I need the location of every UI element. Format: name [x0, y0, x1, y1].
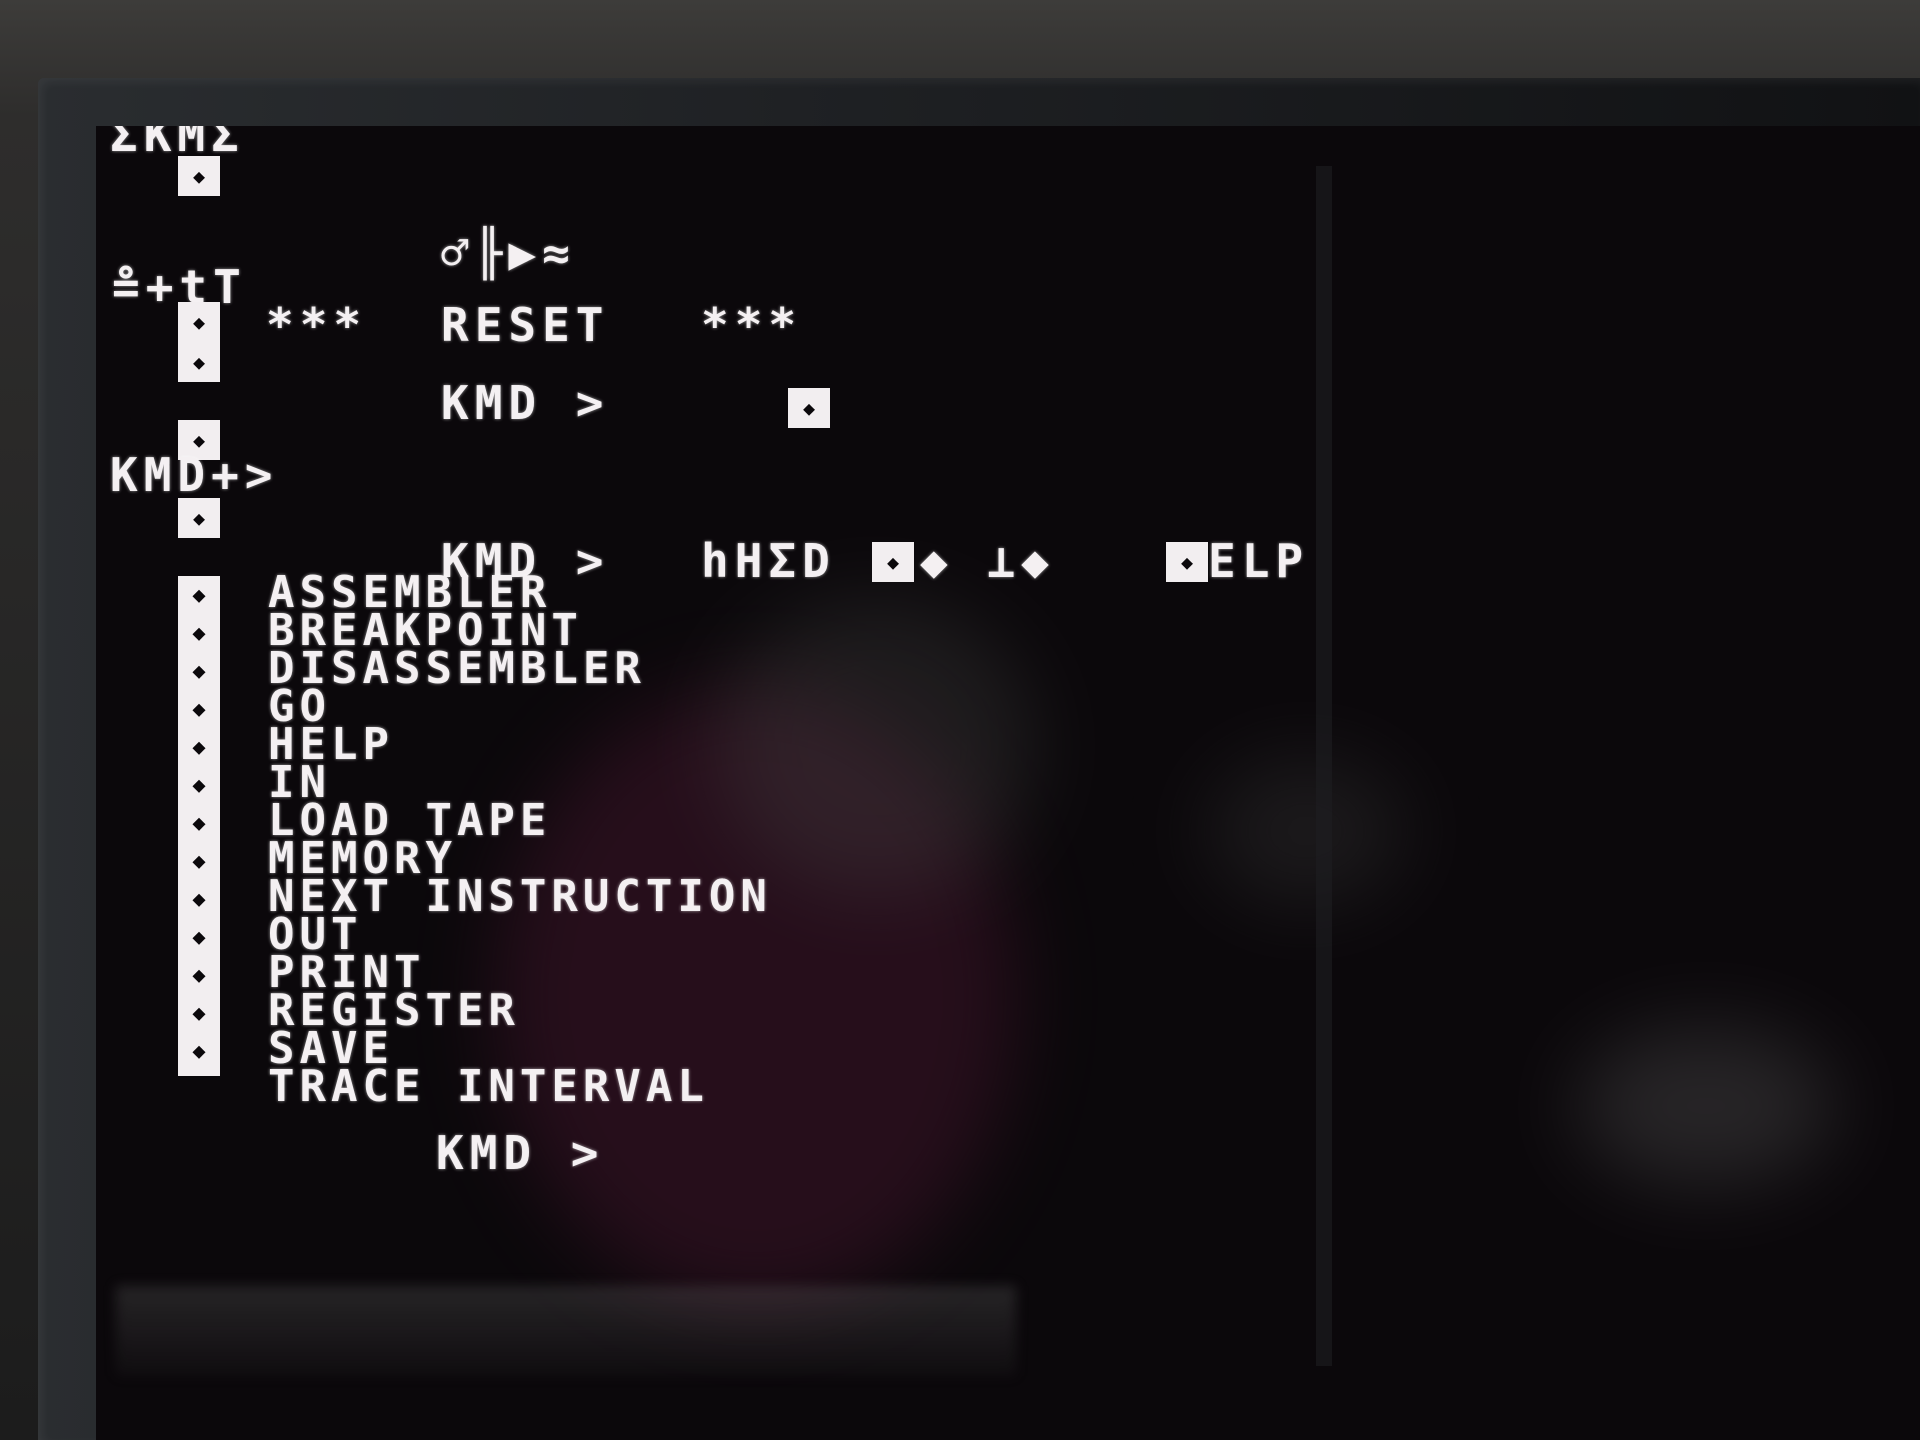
garbled-glyphs: ◆ ⊥◆	[920, 534, 1055, 588]
bullet: ◆	[192, 658, 206, 684]
command-prompt-alt: KMD+>	[110, 448, 279, 502]
garbled-text-top: ♂╟▶≈	[441, 226, 576, 280]
command-prompt-final: KMD >	[436, 1126, 605, 1180]
cursor-block: ◆	[178, 156, 220, 196]
text-cursor: ◆	[1166, 542, 1208, 582]
reflection-face	[716, 596, 1036, 896]
bullet: ◆	[192, 962, 206, 988]
reflection-door-edge	[1316, 166, 1332, 1366]
bullet: ◆	[192, 810, 206, 836]
typed-command: hHΣD	[701, 534, 836, 588]
text-cursor: ◆	[788, 388, 830, 428]
bullet: ◆	[192, 696, 206, 722]
command-list-item: TRACE INTERVAL	[268, 1061, 709, 1112]
margin-bar: ◆ ◆ ◆ ◆ ◆ ◆ ◆ ◆ ◆ ◆ ◆ ◆ ◆	[178, 576, 220, 1076]
help-fragment: ELP	[1208, 534, 1310, 588]
bullet: ◆	[192, 620, 206, 646]
bullet: ◆	[192, 772, 206, 798]
cursor-block: ◆	[178, 498, 220, 538]
text-cursor: ◆	[872, 542, 914, 582]
reflection-room	[1576, 1026, 1836, 1186]
reflection-camera	[1206, 756, 1406, 906]
bullet: ◆	[192, 924, 206, 950]
bullet: ◆	[192, 848, 206, 874]
reset-suffix: ***	[701, 298, 803, 352]
bullet: ◆	[192, 1000, 206, 1026]
bullet: ◆	[192, 886, 206, 912]
cursor-block: ◆	[178, 302, 220, 342]
command-prompt: KMD >	[441, 376, 610, 430]
bullet: ◆	[192, 582, 206, 608]
bullet: ◆	[192, 1038, 206, 1064]
cursor-block: ◆	[178, 342, 220, 382]
crt-screen: ΣΚΜΣ ◆ ♂╟▶≈ ≗+tT ◆ ◆ *** RESET *** KMD >…	[96, 126, 1920, 1440]
reflection-keyboard	[116, 1286, 1016, 1376]
reset-prefix: ***	[266, 298, 368, 352]
bullet: ◆	[192, 734, 206, 760]
reset-message: RESET	[441, 298, 610, 352]
